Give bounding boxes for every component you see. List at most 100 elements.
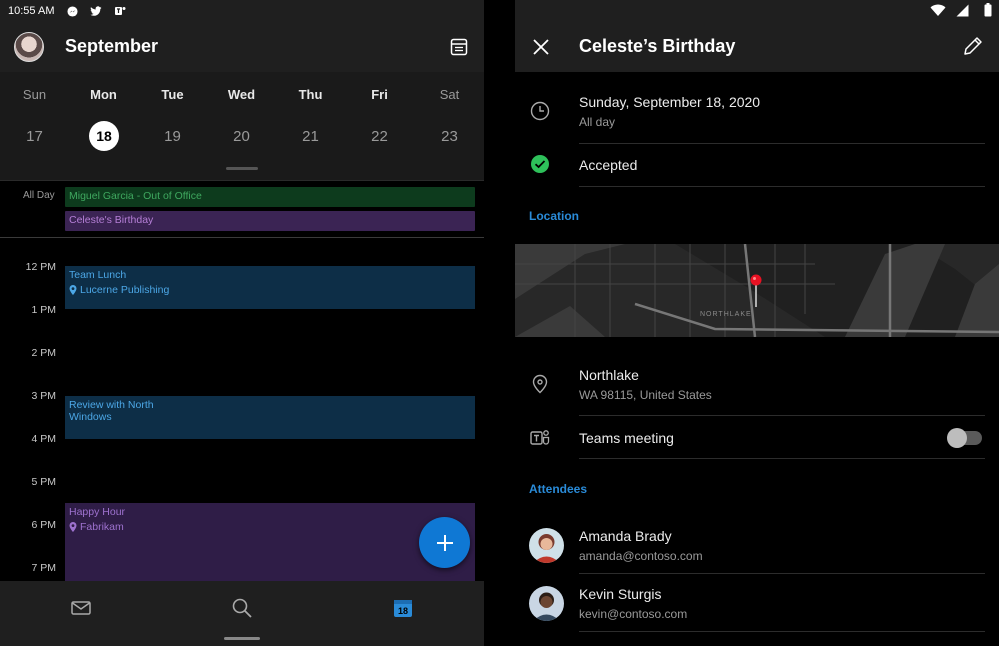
close-button[interactable] xyxy=(530,36,552,58)
bottom-navigation: 18 xyxy=(0,581,484,646)
clock-icon xyxy=(529,100,551,122)
location-pin-icon xyxy=(69,522,77,532)
pencil-icon xyxy=(964,37,982,55)
close-icon xyxy=(533,39,549,55)
hour-label: 1 PM xyxy=(31,304,56,316)
all-day-row: All Day Miguel Garcia - Out of Office Ce… xyxy=(0,180,484,238)
location-heading: Location xyxy=(529,209,579,223)
check-circle-icon xyxy=(529,153,551,175)
day-date: 21 xyxy=(302,128,319,145)
battery-icon xyxy=(984,3,992,17)
week-strip: Sun 17 Mon 18 Tue 19 Wed 20 Thu 21 Fri 2… xyxy=(0,72,484,180)
event-date: Sunday, September 18, 2020 xyxy=(579,94,761,110)
divider xyxy=(579,186,985,187)
status-bar xyxy=(515,0,999,22)
hour-label: 6 PM xyxy=(31,519,56,531)
nav-calendar-button[interactable]: 18 xyxy=(391,596,415,620)
nav-search-button[interactable] xyxy=(230,596,254,620)
hour-label: 7 PM xyxy=(31,562,56,574)
place-address: WA 98115, United States xyxy=(579,388,712,402)
event-location: Lucerne Publishing xyxy=(80,284,170,296)
event-title: Happy Hour xyxy=(69,506,126,518)
week-drag-handle[interactable] xyxy=(226,167,258,170)
avatar[interactable] xyxy=(529,586,564,621)
teams-meeting-label: Teams meeting xyxy=(579,430,674,446)
signal-icon xyxy=(956,4,969,17)
toggle-knob xyxy=(947,428,967,448)
event-location: Fabrikam xyxy=(80,521,124,533)
attendees-heading: Attendees xyxy=(529,482,588,496)
location-pin-icon xyxy=(69,285,77,295)
day-date-selected: 18 xyxy=(89,121,119,151)
event-details-pane: Celeste’s Birthday Sunday, September 18,… xyxy=(515,0,999,646)
day-name: Fri xyxy=(371,87,388,102)
day-date: 22 xyxy=(371,128,388,145)
response-status[interactable]: Accepted xyxy=(579,157,637,173)
divider xyxy=(579,573,985,574)
event-title: Review with North Windows xyxy=(69,399,154,423)
teams-icon xyxy=(529,427,551,449)
event-title: Celeste’s Birthday xyxy=(579,36,736,56)
divider xyxy=(579,458,985,459)
day-date: 23 xyxy=(441,128,458,145)
attendee-email: kevin@contoso.com xyxy=(579,607,688,621)
month-title[interactable]: September xyxy=(65,36,158,57)
location-icon xyxy=(529,373,551,395)
day-name: Mon xyxy=(90,87,117,102)
map-pin-icon xyxy=(750,274,762,307)
event-birthday[interactable]: Celeste's Birthday xyxy=(65,211,475,231)
home-indicator[interactable] xyxy=(224,637,260,640)
event-title: Team Lunch xyxy=(69,269,127,281)
edit-button[interactable] xyxy=(962,35,984,57)
hour-label: 2 PM xyxy=(31,347,56,359)
day-name: Thu xyxy=(298,87,323,102)
calendar-header: September xyxy=(0,22,484,72)
account-avatar[interactable] xyxy=(14,32,44,62)
day-date: 19 xyxy=(164,128,181,145)
divider xyxy=(579,143,985,144)
attendee-email: amanda@contoso.com xyxy=(579,549,703,563)
day-date: 17 xyxy=(26,128,43,145)
teams-meeting-toggle[interactable] xyxy=(947,428,982,448)
location-map[interactable]: NORTHLAKE xyxy=(515,244,999,337)
nav-calendar-date: 18 xyxy=(398,606,408,616)
event-review[interactable]: Review with North Windows xyxy=(65,396,475,439)
twitter-icon xyxy=(90,5,102,17)
hour-label: 3 PM xyxy=(31,390,56,402)
hour-label: 12 PM xyxy=(25,261,56,273)
event-out-of-office[interactable]: Miguel Garcia - Out of Office xyxy=(65,187,475,207)
divider xyxy=(579,415,985,416)
avatar[interactable] xyxy=(529,528,564,563)
event-all-day: All day xyxy=(579,115,616,129)
attendee-name[interactable]: Amanda Brady xyxy=(579,528,672,544)
wifi-icon xyxy=(930,4,946,16)
status-time: 10:55 AM xyxy=(8,5,55,17)
calendar-icon: 18 xyxy=(394,600,412,617)
agenda-view-button[interactable] xyxy=(449,37,469,57)
calendar-pane: 10:55 AM September Sun 17 Mon 18 Tue 19 … xyxy=(0,0,484,646)
event-team-lunch[interactable]: Team Lunch Lucerne Publishing xyxy=(65,266,475,309)
status-bar: 10:55 AM xyxy=(0,0,484,22)
divider xyxy=(579,631,985,632)
search-icon xyxy=(232,598,252,618)
day-timeline: 12 PM 1 PM 2 PM 3 PM 4 PM 5 PM 6 PM 7 PM… xyxy=(0,239,484,585)
new-event-button[interactable] xyxy=(419,517,470,568)
nav-mail-button[interactable] xyxy=(69,596,93,620)
day-name: Tue xyxy=(161,87,184,102)
day-date: 20 xyxy=(233,128,250,145)
event-happy-hour[interactable]: Happy Hour Fabrikam xyxy=(65,503,475,585)
day-name: Wed xyxy=(227,87,256,102)
mail-icon xyxy=(71,601,91,615)
place-name[interactable]: Northlake xyxy=(579,367,639,383)
agenda-view-icon xyxy=(450,38,468,56)
day-name: Sat xyxy=(439,87,460,102)
teams-status-icon xyxy=(114,5,126,17)
plus-icon xyxy=(436,534,453,551)
hour-label: 4 PM xyxy=(31,433,56,445)
event-header: Celeste’s Birthday xyxy=(515,22,999,72)
map-area-label: NORTHLAKE xyxy=(700,311,752,318)
attendee-name[interactable]: Kevin Sturgis xyxy=(579,586,661,602)
day-name: Sun xyxy=(22,87,47,102)
all-day-label: All Day xyxy=(23,190,55,201)
hour-label: 5 PM xyxy=(31,476,56,488)
